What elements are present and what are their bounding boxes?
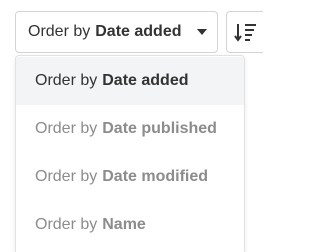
- menu-item-date-modified[interactable]: Order by Date modified: [16, 153, 244, 201]
- menu-item-value: Name: [102, 216, 146, 233]
- order-by-select[interactable]: Order by Date added: [15, 11, 218, 53]
- menu-item-value: Date modified: [102, 168, 209, 185]
- menu-item-prefix: Order by: [35, 216, 98, 233]
- menu-item-prefix: Order by: [35, 120, 98, 137]
- menu-item-value: Date published: [102, 120, 217, 137]
- order-control: Order by Date added Order by Date added …: [0, 0, 263, 252]
- sort-direction-button[interactable]: [226, 11, 263, 53]
- menu-item-value: Date added: [102, 72, 189, 89]
- sort-descending-icon: [234, 24, 256, 42]
- order-by-value: Date added: [95, 23, 182, 40]
- menu-item-date-published[interactable]: Order by Date published: [16, 105, 244, 153]
- menu-item-prefix: Order by: [35, 72, 98, 89]
- menu-item-date-added[interactable]: Order by Date added: [16, 57, 244, 105]
- order-by-menu: Order by Date added Order by Date publis…: [15, 55, 245, 252]
- menu-item-prefix: Order by: [35, 168, 98, 185]
- caret-down-icon: [197, 29, 207, 35]
- menu-item-name[interactable]: Order by Name: [16, 201, 244, 249]
- order-by-prefix: Order by: [28, 23, 91, 40]
